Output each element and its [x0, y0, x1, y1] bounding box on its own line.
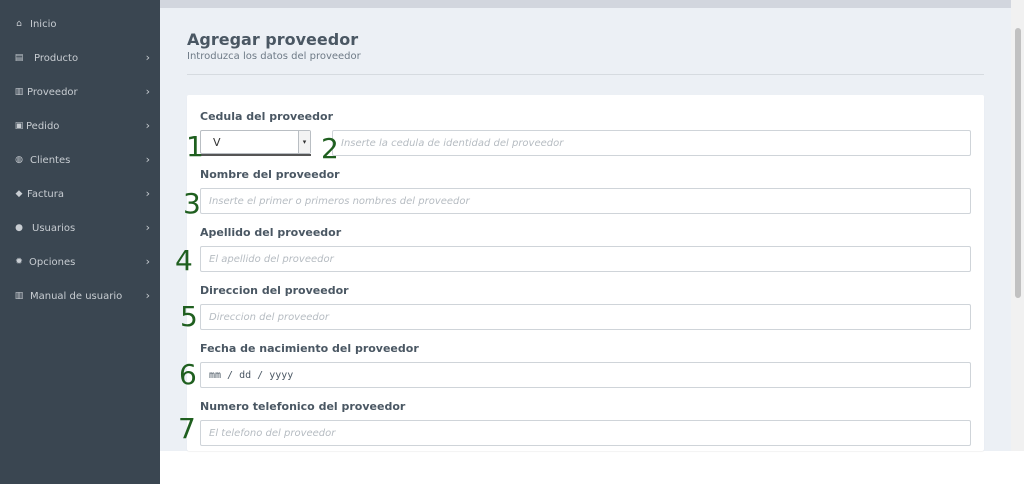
cedula-label: Cedula del proveedor	[200, 110, 333, 123]
sidebar-item-label: Usuarios	[32, 222, 76, 234]
gear-icon: ✹	[15, 257, 23, 267]
basket-icon: ▤	[14, 53, 24, 63]
chevron-right-icon: ›	[145, 153, 150, 166]
marker-5: 5	[180, 300, 198, 333]
sidebar-item-producto[interactable]: ▤ Producto ›	[0, 48, 160, 68]
sidebar-item-factura[interactable]: ◆ Factura ›	[0, 184, 160, 204]
apellido-input[interactable]: El apellido del proveedor	[200, 246, 971, 272]
sidebar-item-pedido[interactable]: ▣ Pedido ›	[0, 116, 160, 136]
nombre-input[interactable]: Inserte el primer o primeros nombres del…	[200, 188, 971, 214]
dropdown-arrow-icon: ▾	[298, 131, 310, 153]
marker-4: 4	[175, 244, 193, 277]
sidebar: ⌂ Inicio ▤ Producto › ▥ Proveedor › ▣ Pe…	[0, 0, 160, 484]
nombre-label: Nombre del proveedor	[200, 168, 340, 181]
sidebar-item-label: Clientes	[30, 154, 71, 166]
tag-icon: ◆	[15, 189, 23, 199]
gift-icon: ▣	[14, 121, 24, 131]
select-focus-underline	[200, 154, 311, 156]
apellido-label: Apellido del proveedor	[200, 226, 342, 239]
sidebar-item-label: Factura	[27, 188, 64, 200]
marker-1: 1	[186, 130, 204, 163]
direccion-label: Direccion del proveedor	[200, 284, 349, 297]
sidebar-item-opciones[interactable]: ✹ Opciones ›	[0, 252, 160, 272]
sidebar-item-label: Inicio	[30, 18, 57, 30]
fecha-label: Fecha de nacimiento del proveedor	[200, 342, 419, 355]
cedula-type-value: V	[213, 135, 221, 149]
home-icon: ⌂	[16, 19, 22, 29]
cedula-input[interactable]: Inserte la cedula de identidad del prove…	[332, 130, 971, 156]
telefono-label: Numero telefonico del proveedor	[200, 400, 406, 413]
chevron-right-icon: ›	[145, 51, 150, 64]
chevron-right-icon: ›	[145, 187, 150, 200]
direccion-input[interactable]: Direccion del proveedor	[200, 304, 971, 330]
footer-area	[160, 451, 1024, 484]
chevron-right-icon: ›	[145, 119, 150, 132]
sidebar-item-proveedor[interactable]: ▥ Proveedor ›	[0, 82, 160, 102]
book-icon: ▥	[14, 291, 24, 301]
chevron-right-icon: ›	[145, 255, 150, 268]
book-icon: ▥	[14, 87, 24, 97]
chevron-right-icon: ›	[145, 221, 150, 234]
marker-2: 2	[321, 132, 339, 165]
users-icon: ●	[15, 223, 23, 233]
sidebar-item-clientes[interactable]: ◍ Clientes ›	[0, 150, 160, 170]
marker-6: 6	[179, 358, 197, 391]
telefono-input[interactable]: El telefono del proveedor	[200, 420, 971, 446]
handshake-icon: ◍	[15, 155, 23, 165]
sidebar-item-usuarios[interactable]: ● Usuarios ›	[0, 218, 160, 238]
sidebar-item-inicio[interactable]: ⌂ Inicio	[0, 14, 160, 34]
sidebar-item-label: Proveedor	[27, 86, 78, 98]
scrollbar-thumb[interactable]	[1015, 28, 1021, 298]
chevron-right-icon: ›	[145, 85, 150, 98]
sidebar-item-label: Manual de usuario	[30, 290, 123, 302]
sidebar-item-manual[interactable]: ▥ Manual de usuario ›	[0, 286, 160, 306]
top-bar	[160, 0, 1011, 8]
chevron-right-icon: ›	[145, 289, 150, 302]
divider	[187, 74, 984, 75]
cedula-type-select[interactable]: V ▾	[200, 130, 311, 156]
marker-7: 7	[178, 412, 196, 445]
sidebar-item-label: Producto	[34, 52, 79, 64]
page-subtitle: Introduzca los datos del proveedor	[187, 51, 361, 62]
sidebar-item-label: Opciones	[29, 256, 76, 268]
page-title: Agregar proveedor	[187, 30, 359, 49]
marker-3: 3	[183, 187, 201, 220]
sidebar-item-label: Pedido	[26, 120, 60, 132]
fecha-input[interactable]: mm / dd / yyyy	[200, 362, 971, 388]
